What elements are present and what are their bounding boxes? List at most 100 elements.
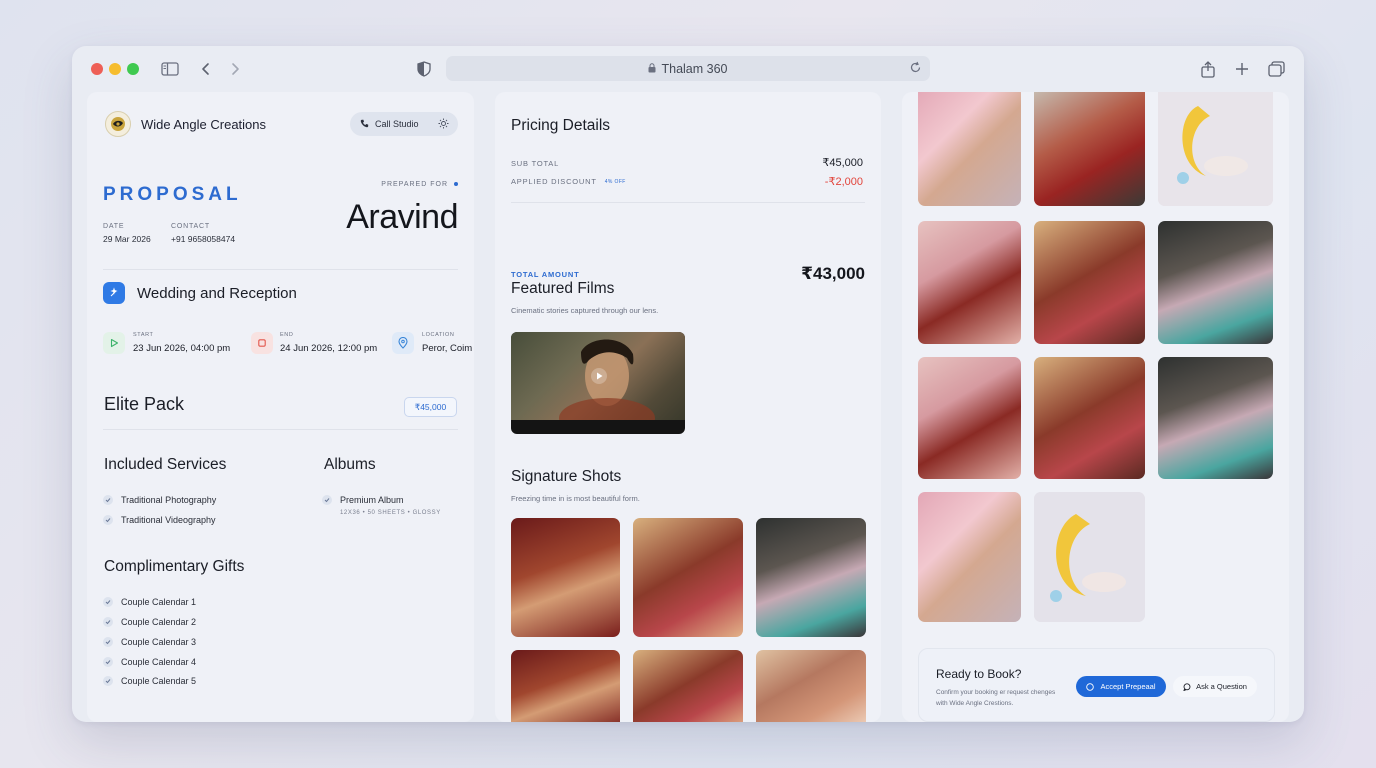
signature-shots-title: Signature Shots — [511, 468, 622, 485]
gallery-image[interactable] — [1034, 92, 1145, 206]
forward-chevron-icon[interactable] — [224, 58, 246, 80]
play-icon[interactable] — [591, 368, 607, 384]
start-value: 23 Jun 2026, 04:00 pm — [133, 343, 231, 354]
list-item: Premium Album — [322, 495, 404, 505]
check-icon — [103, 617, 113, 627]
signature-shot-image[interactable] — [511, 650, 620, 722]
start-label: START — [133, 332, 154, 338]
gallery-image[interactable] — [918, 221, 1021, 344]
list-item: Couple Calendar 3 — [103, 637, 196, 647]
check-icon — [103, 637, 113, 647]
sun-icon[interactable] — [438, 118, 449, 131]
location-label: LOCATION — [422, 332, 455, 338]
list-item: Couple Calendar 4 — [103, 657, 196, 667]
lock-icon — [648, 62, 656, 76]
gallery-image[interactable] — [1034, 357, 1145, 479]
package-price-badge: ₹45,000 — [404, 397, 457, 417]
booking-title: Ready to Book? — [936, 667, 1022, 681]
check-icon — [322, 495, 332, 505]
tab-overview-icon[interactable] — [1265, 58, 1287, 80]
discount-chip: 4% OFF — [604, 179, 626, 186]
prepared-for-label: PREPARED FOR — [381, 181, 458, 188]
reload-icon[interactable] — [909, 61, 922, 77]
divider — [511, 202, 865, 203]
pricing-title: Pricing Details — [511, 117, 611, 134]
event-title: Wedding and Reception — [137, 285, 297, 302]
proposal-panel: Wide Angle Creations Call Studio PROPOSA… — [87, 92, 474, 722]
contact-label: CONTACT — [171, 223, 210, 230]
call-studio-button[interactable]: Call Studio — [350, 112, 458, 136]
total-label: TOTAL AMOUNT — [511, 270, 580, 279]
list-item: Couple Calendar 1 — [103, 597, 196, 607]
date-value: 29 Mar 2026 — [103, 234, 151, 244]
signature-shot-image[interactable] — [756, 518, 866, 637]
signature-shot-image[interactable] — [633, 518, 743, 637]
subtotal-value: ₹45,000 — [822, 157, 863, 169]
gallery-panel: Ready to Book? Confirm your booking er r… — [902, 92, 1289, 722]
browser-toolbar: Thalam 360 — [72, 46, 1304, 92]
check-icon — [103, 676, 113, 686]
end-stop-icon — [251, 332, 273, 354]
studio-name: Wide Angle Creations — [141, 117, 267, 132]
list-item: Couple Calendar 5 — [103, 676, 196, 686]
gallery-image[interactable] — [918, 92, 1021, 206]
maximize-window-button[interactable] — [127, 63, 139, 75]
discount-value: -₹2,000 — [824, 176, 863, 188]
end-value: 24 Jun 2026, 12:00 pm — [280, 343, 378, 354]
proposal-title: PROPOSAL — [103, 184, 242, 205]
featured-film-player[interactable] — [511, 332, 685, 434]
back-chevron-icon[interactable] — [195, 58, 217, 80]
gallery-image[interactable] — [1158, 221, 1273, 344]
gallery-image[interactable] — [918, 357, 1021, 479]
check-icon — [103, 495, 113, 505]
privacy-shield-icon[interactable] — [413, 58, 435, 80]
gallery-image[interactable] — [1034, 492, 1145, 622]
signature-shot-image[interactable] — [511, 518, 620, 637]
address-text: Thalam 360 — [661, 61, 728, 76]
gallery-image[interactable] — [1158, 357, 1273, 479]
accept-proposal-button[interactable]: Accept Prepeaal — [1076, 676, 1166, 697]
client-name: Aravind — [346, 198, 458, 236]
check-circle-icon — [1086, 682, 1095, 691]
check-icon — [103, 515, 113, 525]
gallery-image[interactable] — [918, 492, 1021, 622]
call-studio-label: Call Studio — [375, 119, 419, 129]
divider — [103, 269, 458, 270]
location-value: Peror, Coim — [422, 343, 473, 354]
signature-shots-subtitle: Freezing time in is most beautiful form. — [511, 494, 640, 503]
package-name: Elite Pack — [104, 394, 185, 414]
total-value: ₹43,000 — [801, 264, 865, 283]
pricing-media-panel: Pricing Details SUB TOTAL ₹45,000 APPLIE… — [495, 92, 881, 722]
signature-shot-image[interactable] — [633, 650, 743, 722]
featured-films-title: Featured Films — [511, 280, 615, 297]
date-label: DATE — [103, 223, 125, 230]
gallery-image[interactable] — [1158, 92, 1273, 206]
end-label: END — [280, 332, 294, 338]
contact-value: +91 9658058474 — [171, 234, 236, 244]
albums-title: Albums — [324, 456, 376, 473]
new-tab-plus-icon[interactable] — [1231, 58, 1253, 80]
ask-question-button[interactable]: Ask a Question — [1173, 676, 1257, 697]
booking-cta: Ready to Book? Confirm your booking er r… — [918, 648, 1275, 722]
list-item: Traditional Photography — [103, 495, 216, 505]
list-item: Traditional Videography — [103, 515, 216, 525]
start-play-icon — [103, 332, 125, 354]
location-pin-icon — [392, 332, 414, 354]
sidebar-toggle-icon[interactable] — [159, 58, 181, 80]
complimentary-gifts-title: Complimentary Gifts — [104, 558, 245, 575]
share-icon[interactable] — [1197, 58, 1219, 80]
album-detail: 12X36 • 50 SHEETS • GLOSSY — [340, 510, 441, 516]
subtotal-label: SUB TOTAL — [511, 159, 560, 168]
check-icon — [103, 597, 113, 607]
check-icon — [103, 657, 113, 667]
featured-films-subtitle: Cinematic stories captured through our l… — [511, 306, 659, 315]
sparkle-event-icon — [103, 282, 125, 304]
address-bar[interactable]: Thalam 360 — [446, 56, 930, 81]
close-window-button[interactable] — [91, 63, 103, 75]
minimize-window-button[interactable] — [109, 63, 121, 75]
included-services-title: Included Services — [104, 456, 227, 473]
browser-window: Thalam 360 Wide Angle Creations Call Stu… — [72, 46, 1304, 722]
signature-shot-image[interactable] — [756, 650, 866, 722]
gallery-image[interactable] — [1034, 221, 1145, 344]
chat-bubble-icon — [1183, 682, 1191, 691]
